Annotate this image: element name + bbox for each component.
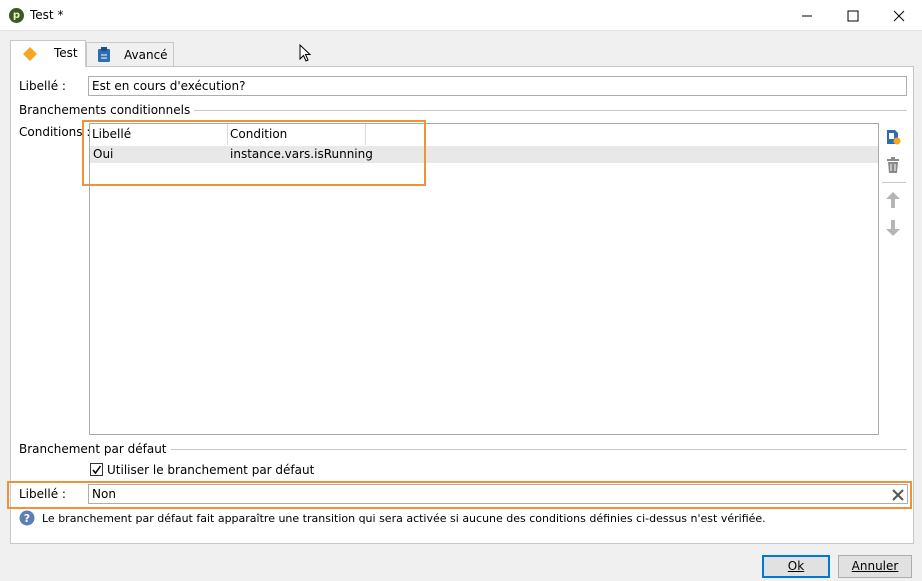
clear-default-label-button[interactable] <box>890 487 906 503</box>
close-button[interactable] <box>876 0 922 31</box>
conditions-grid[interactable]: Libellé Condition Oui instance.vars.isRu… <box>89 123 879 435</box>
arrow-up-icon <box>886 192 900 208</box>
add-icon <box>887 130 901 145</box>
ok-button[interactable]: Ok <box>762 555 830 578</box>
row-condition-cell: instance.vars.isRunning <box>230 147 373 161</box>
move-down-button[interactable] <box>884 219 904 239</box>
tab-avance-label: Avancé <box>124 48 168 62</box>
minimize-button[interactable] <box>784 0 830 31</box>
row-label-cell: Oui <box>93 147 114 161</box>
maximize-button[interactable] <box>830 0 876 31</box>
default-label-input[interactable]: Non <box>88 484 908 504</box>
column-header-libelle[interactable]: Libellé <box>90 124 228 145</box>
tab-test-label: Test <box>54 46 78 60</box>
add-condition-button[interactable] <box>884 128 904 148</box>
default-label-field-label: Libellé : <box>19 487 66 501</box>
column-header-condition[interactable]: Condition <box>228 124 366 145</box>
tab-test[interactable]: Test <box>10 40 86 67</box>
use-default-label: Utiliser le branchement par défaut <box>107 463 315 477</box>
ok-button-label: Ok <box>787 559 805 573</box>
move-up-button[interactable] <box>884 191 904 211</box>
conditional-section-title: Branchements conditionnels <box>19 103 195 117</box>
cancel-button-label: Annuler <box>851 559 899 573</box>
toolbar-separator <box>882 182 906 183</box>
window-title: Test * <box>30 8 64 22</box>
help-icon: ? <box>19 510 35 526</box>
arrow-down-icon <box>886 220 900 236</box>
title-bar: p Test * <box>0 0 922 31</box>
delete-condition-button[interactable] <box>884 156 904 176</box>
help-text: Le branchement par défaut fait apparaîtr… <box>42 512 766 525</box>
cancel-button[interactable]: Annuler <box>838 555 912 578</box>
trash-icon <box>887 157 899 173</box>
conditions-label: Conditions : <box>19 125 91 139</box>
label-input[interactable]: Est en cours d'exécution? <box>88 76 907 96</box>
diamond-icon <box>23 47 37 61</box>
tab-avance[interactable]: Avancé <box>86 42 174 66</box>
maximize-icon <box>847 10 859 22</box>
close-icon <box>893 10 905 22</box>
default-section-title: Branchement par défaut <box>19 442 171 456</box>
checkmark-icon <box>92 465 102 475</box>
table-row[interactable]: Oui instance.vars.isRunning <box>90 146 878 163</box>
svg-text:?: ? <box>24 512 30 525</box>
grid-header: Libellé Condition <box>90 124 878 145</box>
clipboard-icon <box>98 47 110 62</box>
clear-icon <box>892 489 904 501</box>
cursor-icon <box>299 44 312 62</box>
minimize-icon <box>802 15 812 17</box>
app-icon: p <box>9 8 24 23</box>
use-default-checkbox[interactable] <box>90 463 103 476</box>
label-field-label: Libellé : <box>19 79 66 93</box>
